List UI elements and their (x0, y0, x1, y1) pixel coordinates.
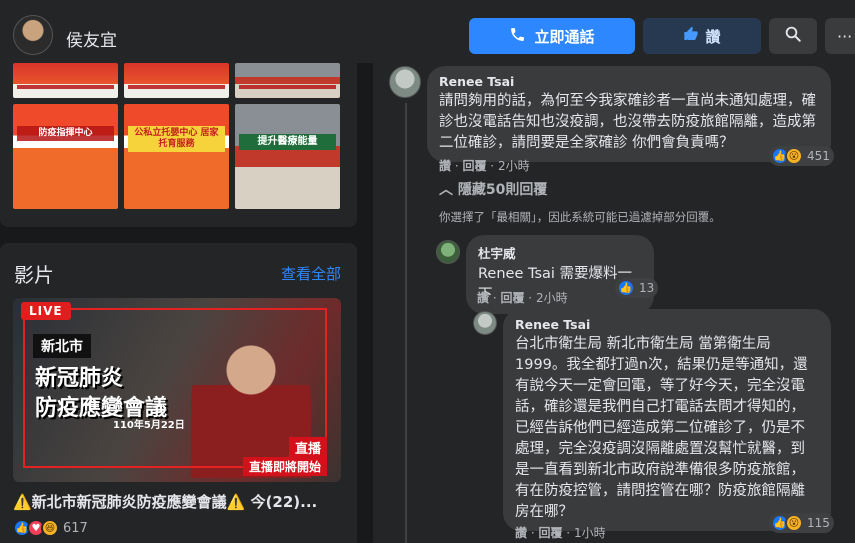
thread-line (405, 103, 407, 193)
photo-thumb[interactable]: 提升醫療能量 (235, 104, 340, 209)
commenter-name[interactable]: 杜宇威 (478, 243, 642, 262)
commenter-name[interactable]: Renee Tsai (515, 317, 819, 332)
like-page-label: 讚 (705, 27, 721, 46)
hide-replies-label: 隱藏50則回覆 (457, 182, 548, 198)
photo-label: 防疫指揮中心 (17, 126, 114, 141)
live-badge: LIVE (21, 302, 71, 320)
photo-thumb[interactable] (13, 63, 118, 98)
phone-icon (509, 26, 526, 47)
reaction-count: 13 (639, 281, 655, 295)
photo-label (128, 85, 225, 89)
call-now-button[interactable]: 立即通話 (469, 18, 635, 54)
commenter-name[interactable]: Renee Tsai (439, 74, 819, 89)
more-icon: ··· (837, 26, 853, 46)
page-avatar[interactable] (13, 15, 53, 55)
reply-comment-link[interactable]: 回覆 (538, 526, 562, 540)
video-date: 110年5月22日 (113, 420, 185, 431)
thread-line (405, 193, 407, 543)
videos-title: 影片 (14, 263, 54, 287)
chevron-up-icon: ︿ (439, 182, 453, 198)
video-caption[interactable]: ⚠️新北市新冠肺炎防疫應變會議⚠️ 今(22)... (13, 491, 343, 512)
comment-text: 台北市衛生局 新北市衛生局 當第衛生局 1999。我全都打過n次，結果仍是等通知… (515, 336, 808, 520)
wow-reaction-icon: 😮 (785, 147, 803, 165)
video-thumbnail[interactable]: LIVE 新北市 新冠肺炎 防疫應變會議 110年5月22日 直播 直播即將開始 (13, 298, 341, 482)
comment-reactions[interactable]: 👍 😮 451 (769, 146, 834, 166)
photo-label (17, 85, 114, 89)
haha-reaction-icon: 😆 (41, 519, 59, 537)
photo-label (239, 85, 336, 89)
commenter-avatar[interactable] (389, 66, 421, 98)
photo-thumb[interactable] (235, 63, 340, 98)
search-icon (784, 25, 802, 47)
comment-time[interactable]: 2小時 (498, 159, 530, 173)
photo-label: 提升醫療能量 (239, 134, 336, 150)
see-all-link[interactable]: 查看全部 (281, 263, 341, 284)
comment-bubble: Renee Tsai 請問夠用的話，為何至今我家確診者一直尚未通知處理，確診也沒… (427, 66, 831, 162)
commenter-avatar[interactable] (473, 311, 497, 335)
more-options-button[interactable]: ··· (825, 18, 855, 54)
reaction-count: 115 (807, 516, 830, 530)
like-comment-link[interactable]: 讚 (439, 159, 451, 173)
comment-time[interactable]: 2小時 (536, 291, 568, 305)
hide-replies-toggle[interactable]: ︿ 隱藏50則回覆 (439, 179, 547, 199)
comment-time[interactable]: 1小時 (574, 526, 606, 540)
reaction-count: 451 (807, 149, 830, 163)
video-city-label: 新北市 (33, 334, 91, 358)
comment-actions: 讚 · 回覆 · 2小時 (439, 159, 530, 173)
comment-text: 請問夠用的話，為何至今我家確診者一直尚未通知處理，確診也沒電話告知也沒疫調，也沒… (439, 93, 816, 151)
comments-panel: Renee Tsai 請問夠用的話，為何至今我家確診者一直尚未通知處理，確診也沒… (373, 63, 855, 543)
like-comment-link[interactable]: 讚 (477, 291, 489, 305)
comment-actions: 讚 · 回覆 · 2小時 (477, 291, 568, 305)
reply-comment-link[interactable]: 回覆 (462, 159, 486, 173)
filter-note: 你選擇了「最相關」，因此系統可能已過濾掉部分回覆。 (439, 210, 721, 224)
like-page-button[interactable]: 讚 (643, 18, 761, 54)
photo-label: 公私立托嬰中心 居家托育服務 (128, 126, 225, 152)
reply-comment-link[interactable]: 回覆 (500, 291, 524, 305)
video-coming-soon: 直播即將開始 (242, 457, 327, 476)
comment-bubble: Renee Tsai 台北市衛生局 新北市衛生局 當第衛生局 1999。我全都打… (503, 309, 831, 531)
photos-card: 防疫指揮中心 公私立托嬰中心 居家托育服務 提升醫療能量 (0, 63, 357, 227)
photo-thumb[interactable] (124, 63, 229, 98)
like-comment-link[interactable]: 讚 (515, 526, 527, 540)
comment-reactions[interactable]: 👍 13 (615, 278, 659, 298)
page-header: 侯友宜 立即通話 讚 ··· (0, 0, 855, 72)
thumbs-up-icon (683, 26, 699, 46)
wow-reaction-icon: 😮 (785, 514, 803, 532)
comment-reactions[interactable]: 👍 😮 115 (769, 513, 834, 533)
comment-actions: 讚 · 回覆 · 1小時 (515, 526, 606, 540)
photo-thumb[interactable]: 公私立托嬰中心 居家托育服務 (124, 104, 229, 209)
page-name[interactable]: 侯友宜 (66, 26, 117, 51)
video-live-label: 直播 (288, 437, 327, 458)
page-gutter (357, 63, 373, 543)
like-reaction-icon: 👍 (617, 279, 635, 297)
call-now-label: 立即通話 (534, 27, 595, 46)
videos-card: 影片 查看全部 LIVE 新北市 新冠肺炎 防疫應變會議 110年5月22日 直… (0, 243, 357, 543)
video-reactions[interactable]: 👍 ♥ 😆 617 (13, 519, 88, 537)
video-title-line-1: 新冠肺炎 (35, 366, 124, 391)
commenter-avatar[interactable] (436, 240, 460, 264)
search-button[interactable] (769, 18, 817, 54)
photo-thumb[interactable]: 防疫指揮中心 (13, 104, 118, 209)
video-reaction-count: 617 (63, 520, 88, 536)
